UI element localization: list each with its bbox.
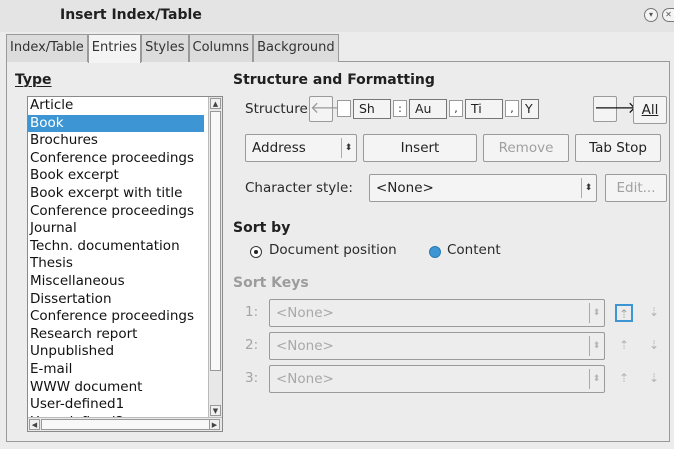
sort-key-1-combo[interactable]: <None> ⬍ bbox=[269, 299, 605, 327]
type-list-item[interactable]: Article bbox=[28, 97, 204, 115]
sort-key-2-label: 2: bbox=[245, 337, 259, 353]
type-list[interactable]: Article Book Brochures Conference proceedin… bbox=[27, 96, 223, 432]
type-list-item[interactable]: Book excerpt with title bbox=[28, 185, 204, 203]
sort-key-1-value: <None> bbox=[276, 305, 334, 321]
entry-type-combo[interactable]: Address ⬍ bbox=[245, 134, 357, 162]
spin-icon[interactable]: ⬍ bbox=[581, 178, 595, 198]
type-list-item[interactable]: Research report bbox=[28, 326, 204, 344]
vertical-scrollbar[interactable]: ▲ ▼ bbox=[208, 97, 222, 417]
type-list-item[interactable]: WWW document bbox=[28, 379, 204, 397]
tab-styles[interactable]: Styles bbox=[141, 34, 189, 62]
tab-entries[interactable]: Entries bbox=[87, 34, 142, 63]
token-separator[interactable]: , bbox=[505, 100, 519, 117]
entry-type-value: Address bbox=[252, 140, 306, 156]
tab-stop-button[interactable]: Tab Stop bbox=[575, 134, 661, 162]
window-title: Insert Index/Table bbox=[60, 7, 202, 23]
type-list-item[interactable]: Thesis bbox=[28, 255, 204, 273]
structure-heading: Structure and Formatting bbox=[233, 72, 435, 88]
scroll-left-icon[interactable]: ◀ bbox=[29, 419, 40, 430]
scroll-right-icon[interactable]: ▶ bbox=[209, 419, 220, 430]
type-list-item[interactable]: Journal bbox=[28, 220, 204, 238]
sort-key-3-value: <None> bbox=[276, 371, 334, 387]
all-button-label: All bbox=[641, 102, 659, 118]
edit-button[interactable]: Edit... bbox=[605, 174, 667, 202]
scroll-thumb[interactable] bbox=[210, 111, 221, 371]
sort-key-1-label: 1: bbox=[245, 304, 259, 320]
sort-ascending-icon[interactable]: ⇡ bbox=[615, 370, 633, 388]
scroll-down-icon[interactable]: ▼ bbox=[210, 405, 221, 416]
token-title[interactable]: Ti bbox=[465, 99, 503, 119]
entries-panel: Type Article Book Brochures Conference proc… bbox=[6, 62, 670, 442]
type-list-item[interactable]: Brochures bbox=[28, 132, 204, 150]
type-list-item[interactable]: Unpublished bbox=[28, 343, 204, 361]
type-list-item[interactable]: Conference proceedings bbox=[28, 308, 204, 326]
radio-content[interactable] bbox=[429, 246, 441, 258]
radio-document-position[interactable] bbox=[250, 246, 262, 258]
horizontal-scrollbar[interactable]: ◀ ▶ bbox=[28, 417, 222, 431]
type-list-item[interactable]: Techn. documentation bbox=[28, 238, 204, 256]
token-separator[interactable]: , bbox=[449, 100, 463, 117]
type-label: Type bbox=[15, 72, 52, 88]
sort-key-2-combo[interactable]: <None> ⬍ bbox=[269, 332, 605, 360]
token-author[interactable]: Au bbox=[409, 99, 447, 119]
type-list-items: Article Book Brochures Conference proceedin… bbox=[28, 97, 204, 417]
type-list-item[interactable]: Conference proceedings bbox=[28, 203, 204, 221]
sort-ascending-icon[interactable]: ⇡ bbox=[615, 337, 633, 355]
structure-label: Structure: bbox=[245, 101, 313, 117]
type-list-item[interactable]: User-defined1 bbox=[28, 396, 204, 414]
title-bar: Insert Index/Table ▾ ✕ bbox=[0, 0, 674, 32]
character-style-label: Character style: bbox=[245, 180, 353, 196]
character-style-value: <None> bbox=[376, 180, 434, 196]
type-list-item[interactable]: Book excerpt bbox=[28, 167, 204, 185]
sort-key-2-value: <None> bbox=[276, 338, 334, 354]
spin-icon[interactable]: ⬍ bbox=[589, 336, 603, 356]
tab-bar: Index/Table Entries Styles Columns Backg… bbox=[6, 34, 670, 63]
spin-icon[interactable]: ⬍ bbox=[341, 138, 355, 158]
tab-index-table[interactable]: Index/Table bbox=[6, 34, 88, 62]
structure-tokens: Sh : Au , Ti , Y bbox=[337, 96, 591, 122]
arrow-left-icon[interactable]: 🡐 bbox=[309, 96, 353, 122]
insert-button[interactable]: Insert bbox=[363, 134, 477, 162]
sort-ascending-icon[interactable]: ⇡ bbox=[615, 304, 633, 322]
sort-key-3-combo[interactable]: <None> ⬍ bbox=[269, 365, 605, 393]
type-list-item[interactable]: Conference proceedings bbox=[28, 150, 204, 168]
sort-descending-icon[interactable]: ⇣ bbox=[645, 370, 663, 388]
token-short-name[interactable]: Sh bbox=[353, 99, 391, 119]
content-label[interactable]: Content bbox=[447, 242, 501, 258]
token-separator[interactable]: : bbox=[393, 100, 407, 117]
spin-icon[interactable]: ⬍ bbox=[589, 369, 603, 389]
token-year[interactable]: Y bbox=[521, 99, 539, 119]
tab-columns[interactable]: Columns bbox=[188, 34, 254, 62]
remove-button[interactable]: Remove bbox=[483, 134, 569, 162]
sort-key-3-label: 3: bbox=[245, 370, 259, 386]
type-list-item[interactable]: Miscellaneous bbox=[28, 273, 204, 291]
token-separator[interactable] bbox=[337, 100, 351, 117]
type-list-item[interactable]: Book bbox=[28, 114, 204, 133]
type-list-item[interactable]: E-mail bbox=[28, 361, 204, 379]
type-list-item[interactable]: Dissertation bbox=[28, 291, 204, 309]
scroll-up-icon[interactable]: ▲ bbox=[210, 98, 221, 109]
close-icon[interactable]: ✕ bbox=[662, 8, 674, 22]
character-style-combo[interactable]: <None> ⬍ bbox=[369, 174, 597, 202]
arrow-right-icon[interactable]: 🡒 bbox=[593, 96, 637, 122]
all-button[interactable]: All bbox=[633, 96, 667, 124]
chevron-down-icon[interactable]: ▾ bbox=[644, 8, 658, 22]
sort-keys-heading: Sort Keys bbox=[233, 275, 309, 291]
tab-background[interactable]: Background bbox=[253, 34, 339, 62]
hscroll-thumb[interactable] bbox=[41, 419, 211, 430]
sort-descending-icon[interactable]: ⇣ bbox=[645, 337, 663, 355]
spin-icon[interactable]: ⬍ bbox=[589, 303, 603, 323]
sort-descending-icon[interactable]: ⇣ bbox=[645, 304, 663, 322]
document-position-label[interactable]: Document position bbox=[269, 242, 397, 258]
sort-by-heading: Sort by bbox=[233, 220, 291, 236]
